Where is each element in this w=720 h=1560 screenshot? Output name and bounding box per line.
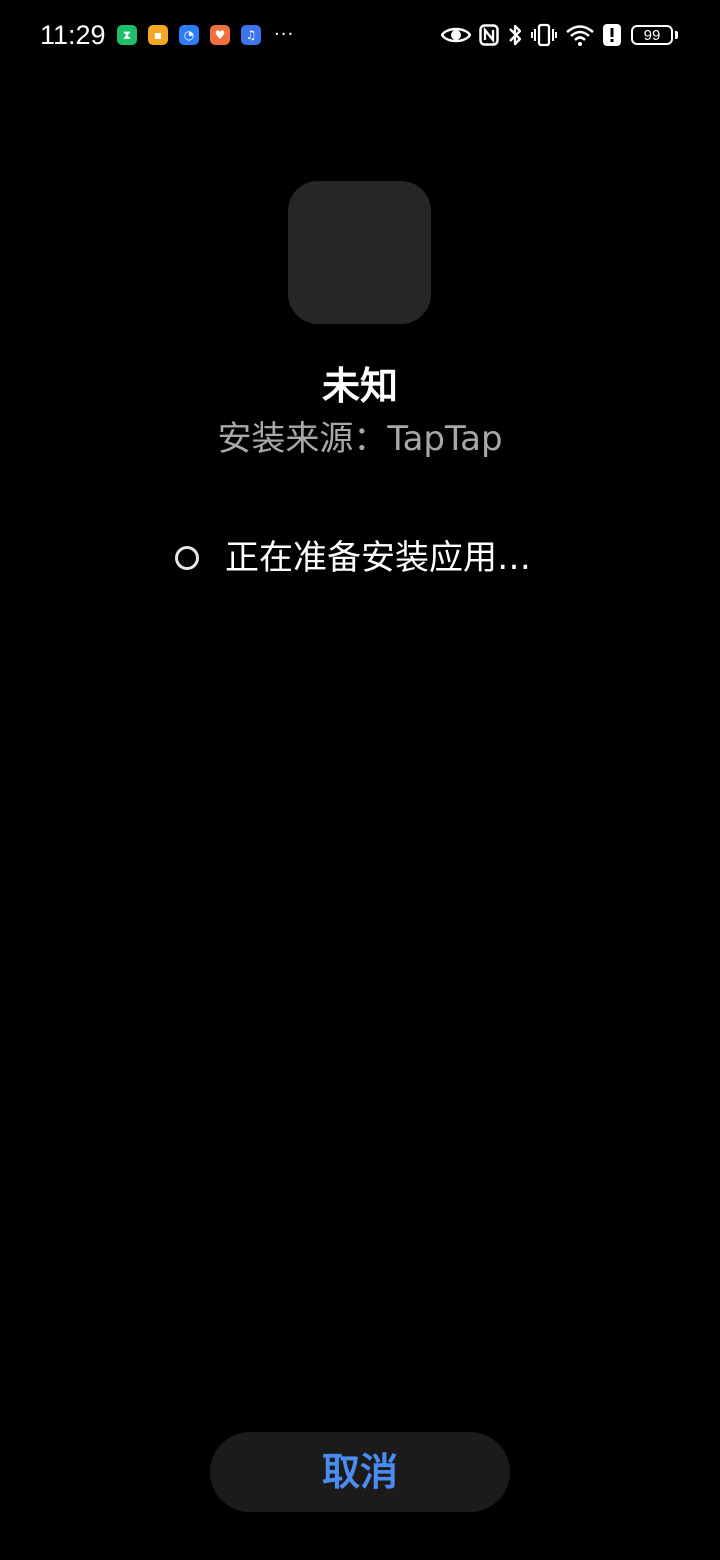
install-screen: 11:29 ⧗ ▪ ◔ ♥ ♫ ··· 99 未知 安装来源：TapTap 正在…	[0, 0, 720, 1560]
hourglass-app-icon: ⧗	[117, 25, 137, 45]
support-app-icon: ◔	[179, 25, 199, 45]
install-source: 安装来源：TapTap	[217, 419, 503, 459]
heart-app-icon: ♥	[210, 25, 230, 45]
battery-icon: 99	[631, 25, 673, 45]
bluetooth-icon	[507, 23, 523, 47]
eye-icon	[441, 25, 471, 45]
cancel-button-label: 取消	[321, 1450, 398, 1494]
status-time: 11:29	[40, 20, 106, 50]
nfc-icon	[479, 24, 499, 46]
chat-app-icon: ▪	[148, 25, 168, 45]
vibrate-icon	[531, 23, 557, 47]
battery-level: 99	[643, 26, 661, 44]
app-icon	[288, 181, 431, 324]
install-progress: 正在准备安装应用…	[172, 532, 531, 584]
more-notifications-icon: ···	[274, 24, 295, 45]
app-name: 未知	[321, 364, 398, 408]
notification-icons: ⧗ ▪ ◔ ♥ ♫ ···	[117, 24, 294, 46]
alert-icon	[603, 24, 621, 46]
battery-tip	[675, 31, 678, 39]
progress-text: 正在准备安装应用…	[225, 538, 531, 578]
cancel-button[interactable]: 取消	[210, 1432, 510, 1512]
loading-spinner-icon	[175, 546, 199, 570]
system-icons: 99	[433, 20, 678, 50]
wifi-icon	[565, 24, 595, 46]
music-app-icon: ♫	[241, 25, 261, 45]
status-bar: 11:29 ⧗ ▪ ◔ ♥ ♫ ··· 99	[0, 0, 720, 70]
